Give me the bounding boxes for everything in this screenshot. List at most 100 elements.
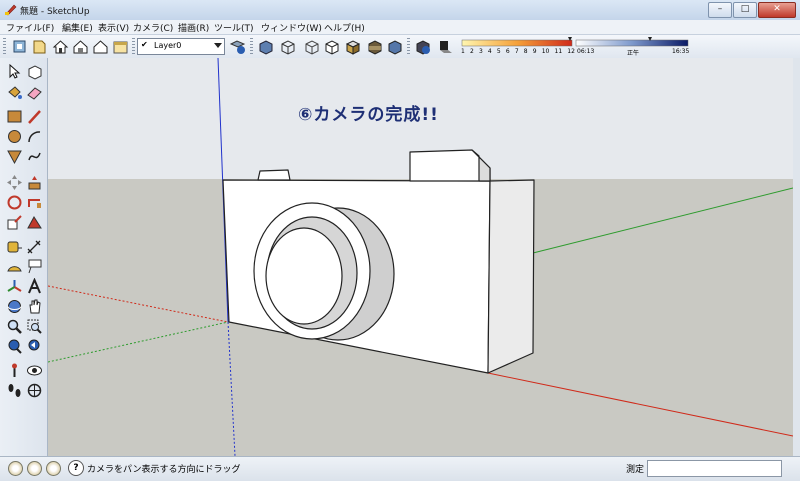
month-label: 5	[496, 48, 501, 55]
window-title: 無題 - SketchUp	[20, 7, 90, 17]
month-label: 7	[514, 48, 519, 55]
line-icon[interactable]	[26, 108, 43, 125]
month-label: 11	[554, 48, 563, 55]
viewport-edge	[793, 58, 800, 456]
house-front-icon[interactable]	[72, 38, 89, 55]
lens-glass	[265, 227, 343, 325]
xray-icon[interactable]	[257, 38, 274, 55]
zoom-icon[interactable]	[6, 318, 23, 335]
scale-icon[interactable]	[6, 214, 23, 231]
previous-view-icon[interactable]	[26, 338, 43, 355]
orbit-icon[interactable]	[6, 298, 23, 315]
display-shadows-icon[interactable]	[437, 38, 454, 55]
status-bar: ? カメラをパン表示する方向にドラッグ 測定	[0, 456, 800, 481]
layer-dropdown[interactable]: ✔ Layer0	[137, 38, 225, 55]
menu-help[interactable]: ヘルプ(H)	[324, 21, 365, 34]
hidden-line-icon[interactable]	[323, 38, 340, 55]
tape-measure-icon[interactable]	[6, 238, 23, 255]
position-camera-icon[interactable]	[6, 362, 23, 379]
window-controls: – □ ✕	[708, 2, 796, 18]
freehand-icon[interactable]	[26, 148, 43, 165]
menu-bar: ファイル(F) 編集(E) 表示(V) カメラ(C) 描画(R) ツール(T) …	[0, 20, 800, 34]
title-bar: 無題 - SketchUp – □ ✕	[0, 0, 800, 21]
arc-icon[interactable]	[26, 128, 43, 145]
menu-draw[interactable]: 描画(R)	[178, 21, 209, 34]
menu-file[interactable]: ファイル(F)	[6, 21, 54, 34]
measure-label: 測定	[626, 465, 645, 475]
sketchup-logo-icon	[5, 4, 17, 16]
shadow-time-start: 06:13	[577, 48, 595, 55]
walk-icon[interactable]	[6, 382, 23, 399]
protractor-icon[interactable]	[6, 258, 23, 275]
minimize-button[interactable]: –	[708, 2, 732, 18]
sign-in-icon[interactable]	[46, 461, 61, 476]
model-viewport[interactable]: ⑥カメラの完成!!	[48, 58, 793, 456]
month-label: 4	[487, 48, 492, 55]
shaded-textures-icon[interactable]	[366, 38, 383, 55]
rotate-icon[interactable]	[6, 194, 23, 211]
home-icon[interactable]	[52, 38, 69, 55]
left-toolbar	[0, 58, 48, 456]
layer-info-icon[interactable]	[229, 38, 246, 55]
zoom-extents-icon[interactable]	[6, 338, 23, 355]
help-icon[interactable]: ?	[68, 460, 84, 476]
toolbar-grip[interactable]	[3, 38, 6, 55]
wireframe-icon[interactable]	[303, 38, 320, 55]
month-label: 10	[541, 48, 550, 55]
component-icon[interactable]	[11, 38, 28, 55]
chevron-down-icon[interactable]	[214, 43, 222, 48]
push-pull-icon[interactable]	[26, 174, 43, 191]
make-component-icon[interactable]	[26, 63, 43, 80]
look-around-icon[interactable]	[26, 362, 43, 379]
dimension-icon[interactable]	[26, 238, 43, 255]
layer-manager-icon[interactable]	[112, 38, 129, 55]
menu-tools[interactable]: ツール(T)	[214, 21, 254, 34]
shaded-icon[interactable]	[344, 38, 361, 55]
main-toolbar: ✔ Layer0 1 2 3 4 5 6 7 8 9 10 11 12 06:1…	[0, 34, 800, 60]
toolbar-grip-styles[interactable]	[250, 38, 253, 55]
toolbar-grip-shadows[interactable]	[407, 38, 410, 55]
layer-name: Layer0	[154, 41, 182, 50]
follow-me-icon[interactable]	[26, 194, 43, 211]
credits-icon[interactable]	[27, 461, 42, 476]
select-icon[interactable]	[6, 63, 23, 80]
rectangle-icon[interactable]	[6, 108, 23, 125]
measure-input[interactable]	[647, 460, 782, 477]
pan-icon[interactable]	[26, 298, 43, 315]
camera-side-face	[487, 179, 535, 374]
eraser-icon[interactable]	[26, 84, 43, 101]
shadow-month-labels: 1 2 3 4 5 6 7 8 9 10 11 12	[461, 48, 575, 55]
tutorial-caption: ⑥カメラの完成!!	[298, 105, 439, 125]
month-label: 9	[532, 48, 537, 55]
status-hint: カメラをパン表示する方向にドラッグ	[87, 465, 241, 475]
month-label: 3	[478, 48, 483, 55]
monochrome-icon[interactable]	[386, 38, 403, 55]
maximize-button[interactable]: □	[733, 2, 757, 18]
house-side-icon[interactable]	[92, 38, 109, 55]
toolbar-grip-layers[interactable]	[132, 38, 135, 55]
shadow-time-end: 16:35	[672, 48, 690, 55]
circle-icon[interactable]	[6, 128, 23, 145]
menu-edit[interactable]: 編集(E)	[62, 21, 93, 34]
menu-camera[interactable]: カメラ(C)	[133, 21, 173, 34]
month-label: 12	[567, 48, 575, 55]
open-file-icon[interactable]	[31, 38, 48, 55]
menu-view[interactable]: 表示(V)	[98, 21, 129, 34]
offset-icon[interactable]	[26, 214, 43, 231]
shutter-button	[257, 169, 291, 181]
polygon-icon[interactable]	[6, 148, 23, 165]
menu-window[interactable]: ウィンドウ(W)	[261, 21, 322, 34]
zoom-window-icon[interactable]	[26, 318, 43, 335]
layer-current-check: ✔	[141, 40, 148, 49]
month-label: 2	[469, 48, 474, 55]
axes-icon[interactable]	[6, 278, 23, 295]
text-icon[interactable]	[26, 258, 43, 275]
section-plane-icon[interactable]	[26, 382, 43, 399]
paint-bucket-icon[interactable]	[6, 84, 23, 101]
shadow-settings-icon[interactable]	[414, 38, 431, 55]
back-edges-icon[interactable]	[279, 38, 296, 55]
move-icon[interactable]	[6, 174, 23, 191]
geo-location-icon[interactable]	[8, 461, 23, 476]
close-button[interactable]: ✕	[758, 2, 796, 18]
3d-text-icon[interactable]	[26, 278, 43, 295]
